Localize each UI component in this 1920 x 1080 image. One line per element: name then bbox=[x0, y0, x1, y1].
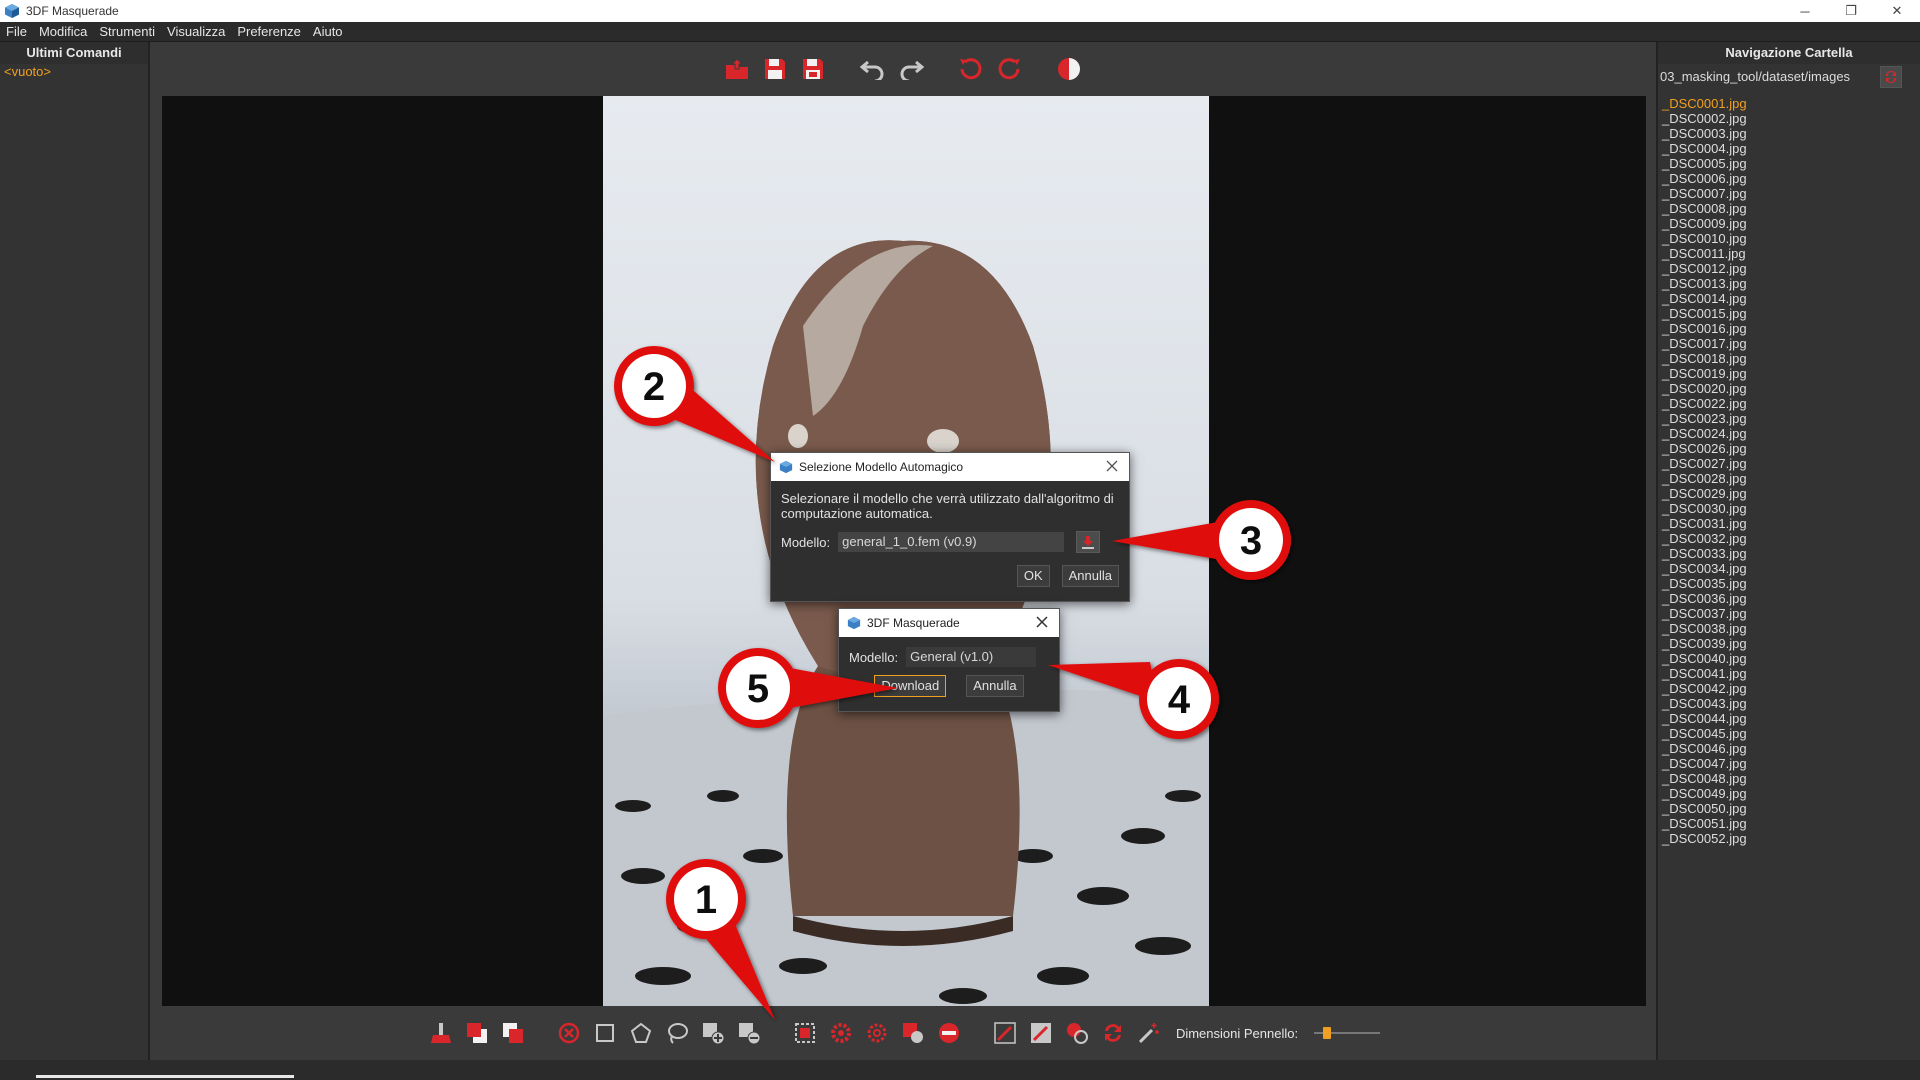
callout-5: 5 bbox=[718, 648, 898, 728]
callout-2-label: 2 bbox=[643, 365, 665, 409]
app-window: 3DF Masquerade ─ ❐ ✕ File Modifica Strum… bbox=[0, 0, 1920, 1080]
annotation-overlay: 2 3 4 5 1 bbox=[614, 346, 1291, 1020]
callout-2: 2 bbox=[614, 346, 775, 462]
callout-3: 3 bbox=[1112, 500, 1291, 580]
callout-4-label: 4 bbox=[1168, 678, 1191, 722]
callout-5-label: 5 bbox=[747, 667, 769, 711]
callout-4: 4 bbox=[1048, 659, 1219, 739]
callout-3-label: 3 bbox=[1240, 519, 1262, 563]
callout-1: 1 bbox=[666, 859, 775, 1020]
callout-1-label: 1 bbox=[695, 878, 717, 922]
